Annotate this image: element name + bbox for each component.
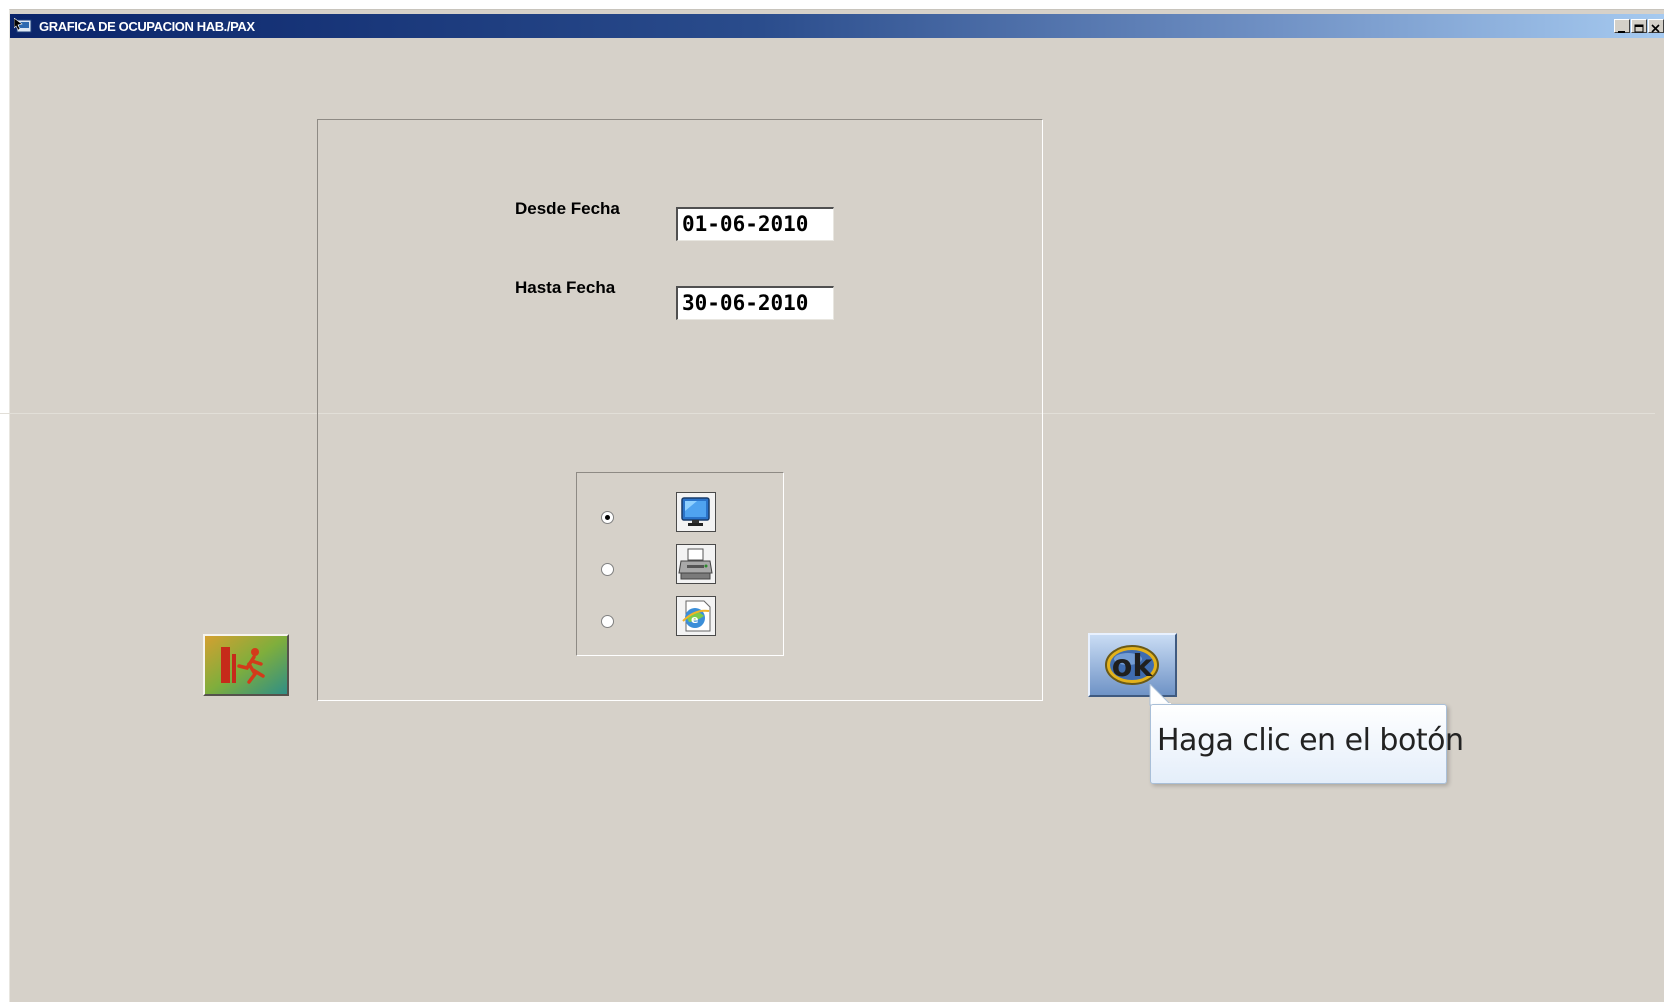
- tooltip: Haga clic en el botón: [1150, 704, 1464, 784]
- minimize-icon: [1618, 31, 1625, 33]
- desde-fecha-label: Desde Fecha: [515, 199, 620, 218]
- tooltip-tail: [1149, 684, 1173, 706]
- internet-explorer-icon[interactable]: e: [676, 596, 716, 636]
- radio-screen[interactable]: [601, 511, 614, 524]
- hasta-fecha-label: Hasta Fecha: [515, 278, 616, 297]
- tooltip-text: Haga clic en el botón: [1157, 723, 1464, 758]
- close-button[interactable]: [1648, 19, 1664, 33]
- radio-printer[interactable]: [601, 563, 614, 576]
- exit-button[interactable]: [203, 634, 289, 696]
- ok-label: ok: [1112, 649, 1154, 684]
- hasta-fecha-input[interactable]: 30-06-2010: [676, 286, 834, 320]
- monitor-screen-icon[interactable]: [676, 492, 716, 532]
- maximize-button[interactable]: [1631, 19, 1647, 33]
- app-icon[interactable]: [13, 17, 32, 34]
- desde-fecha-input[interactable]: 01-06-2010: [676, 207, 834, 241]
- title-bar[interactable]: GRAFICA DE OCUPACION HAB./PAX: [10, 14, 1664, 38]
- close-icon: [1651, 24, 1660, 33]
- printer-icon[interactable]: [676, 544, 716, 584]
- radio-web[interactable]: [601, 615, 614, 628]
- maximize-icon: [1634, 24, 1644, 33]
- exit-door-running-man-icon: [205, 636, 287, 694]
- svg-text:e: e: [691, 613, 698, 626]
- minimize-button[interactable]: [1614, 19, 1630, 33]
- window-title: GRAFICA DE OCUPACION HAB./PAX: [39, 19, 255, 34]
